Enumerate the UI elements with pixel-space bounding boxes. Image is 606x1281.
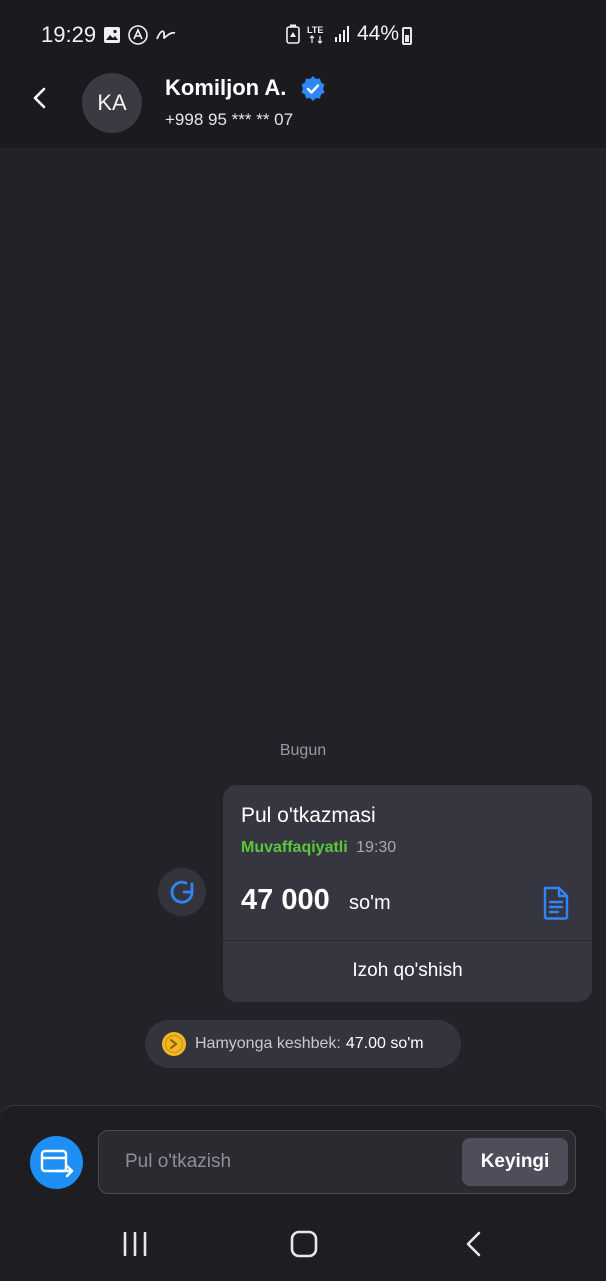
system-nav-bar (0, 1215, 606, 1280)
status-bar: 19:29 LTE 44% (0, 0, 606, 70)
app-icon (128, 25, 148, 45)
status-time: 19:29 (41, 22, 97, 47)
transaction-currency: so'm (349, 892, 391, 914)
gallery-icon (104, 27, 120, 43)
card-transfer-icon (40, 1149, 73, 1177)
lte-icon: LTE (307, 25, 323, 44)
retry-button[interactable] (158, 868, 206, 916)
home-icon[interactable] (290, 1230, 318, 1258)
next-button[interactable]: Keyingi (462, 1138, 568, 1186)
transaction-card[interactable]: Pul o'tkazmasi Muvaffaqiyatli 19:30 47 0… (223, 785, 592, 1002)
svg-text:LTE: LTE (307, 25, 323, 35)
swipe-icon (156, 30, 176, 40)
battery-icon (402, 27, 412, 45)
transfer-input-wrapper: Keyingi (98, 1130, 576, 1194)
cashback-label: Hamyonga keshbek: (195, 1035, 341, 1052)
transaction-amount: 47 000 (241, 884, 330, 916)
transaction-title: Pul o'tkazmasi (241, 804, 376, 827)
battery-saver-icon (286, 24, 300, 44)
status-left-icons (103, 25, 177, 45)
avatar[interactable]: KA (82, 73, 142, 133)
verified-badge-icon (301, 76, 325, 101)
cashback-pill: Hamyonga keshbek: 47.00 so'm (145, 1020, 461, 1068)
transfer-input[interactable] (123, 1131, 447, 1193)
day-label: Bugun (279, 742, 327, 759)
transaction-status-line: Muvaffaqiyatli 19:30 (241, 839, 396, 857)
signal-icon (335, 26, 349, 42)
add-comment-button[interactable]: Izoh qo'shish (223, 941, 592, 1002)
cashback-value: 47.00 so'm (345, 1035, 424, 1052)
recents-icon[interactable] (121, 1232, 149, 1256)
card-transfer-button[interactable] (30, 1136, 83, 1189)
back-icon[interactable] (462, 1230, 486, 1258)
transaction-time: 19:30 (356, 839, 397, 856)
document-icon[interactable] (541, 886, 571, 920)
refresh-icon (170, 880, 194, 904)
status-right-icons: LTE (286, 24, 352, 44)
transaction-status: Muvaffaqiyatli (241, 839, 348, 856)
chat-header: KA Komiljon A. +998 95 *** ** 07 (0, 70, 606, 148)
contact-name[interactable]: Komiljon A. (165, 75, 286, 101)
coin-icon (162, 1032, 186, 1056)
battery-percent: 44% (357, 22, 400, 45)
contact-phone: +998 95 *** ** 07 (165, 110, 294, 129)
chevron-left-icon[interactable] (24, 82, 56, 114)
